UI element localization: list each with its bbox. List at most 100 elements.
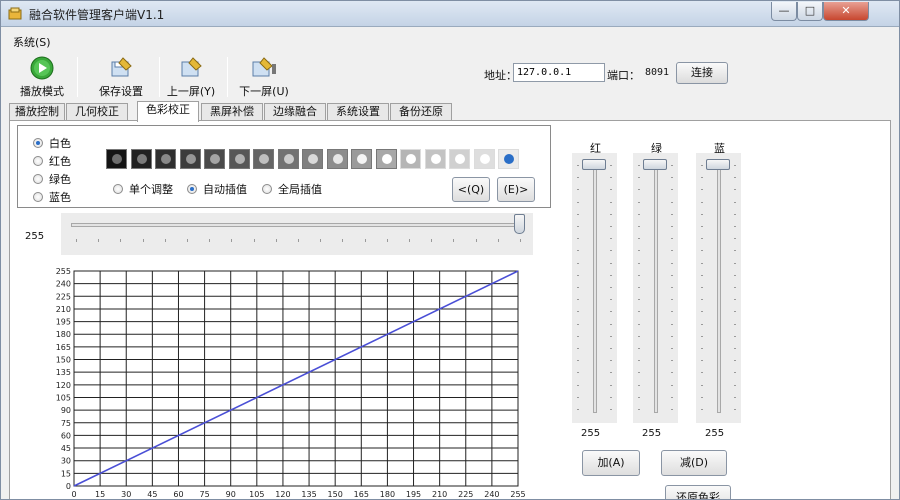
tab-geometry-correction[interactable]: 几何校正: [66, 103, 128, 121]
tab-backup-restore[interactable]: 备份还原: [390, 103, 452, 121]
tab-black-compensation[interactable]: 黑屏补偿: [201, 103, 263, 121]
channel-slider-tick: [701, 384, 703, 386]
channel-slider-tick: [734, 396, 736, 398]
gray-level-swatch[interactable]: [498, 149, 519, 169]
channel-slider-tick: [701, 226, 703, 227]
gray-level-swatch[interactable]: [351, 149, 372, 169]
radio-indicator: [262, 184, 272, 194]
level-slider-tick: [209, 239, 211, 242]
adjust-radio-single[interactable]: 单个调整: [113, 181, 173, 197]
gray-level-dot: [332, 154, 343, 164]
radio-indicator: [187, 184, 197, 194]
channel-slider-tick: [577, 396, 579, 398]
connect-button[interactable]: 连接: [676, 62, 728, 84]
tab-playback-control[interactable]: 播放控制: [9, 103, 65, 121]
color-radio-white[interactable]: 白色: [33, 135, 71, 151]
prev-level-button[interactable]: <(Q): [452, 177, 490, 202]
level-slider[interactable]: [61, 213, 533, 255]
port-value: 8091: [645, 67, 670, 78]
x-tick-label: 180: [380, 490, 395, 499]
adjust-radio-auto[interactable]: 自动插值: [187, 181, 247, 197]
address-input[interactable]: [513, 63, 605, 82]
channel-slider-tick: [577, 299, 579, 301]
gray-level-swatch[interactable]: [130, 149, 152, 169]
channel-slider-tick: [610, 250, 612, 252]
restore-color-button[interactable]: 还原色彩: [665, 485, 731, 499]
gray-level-dot: [259, 154, 269, 164]
channel-slider-green[interactable]: [633, 153, 678, 423]
gray-level-dot: [479, 154, 490, 164]
level-slider-tick: [164, 239, 166, 242]
gray-level-swatch[interactable]: [449, 149, 470, 169]
channel-slider-tick: [638, 250, 640, 252]
minimize-button[interactable]: —: [771, 2, 797, 21]
channel-slider-tick: [577, 372, 579, 374]
gray-level-swatch[interactable]: [400, 149, 421, 169]
gray-level-swatch[interactable]: [302, 149, 323, 169]
channel-slider-tick: [610, 226, 612, 227]
channel-slider-tick: [577, 323, 579, 325]
gray-level-dot: [430, 154, 441, 164]
level-slider-tick: [475, 239, 477, 242]
level-slider-thumb[interactable]: [514, 214, 525, 234]
channel-slider-track: [717, 161, 721, 413]
play-mode-button[interactable]: 播放模式: [15, 54, 69, 100]
channel-slider-thumb[interactable]: [706, 159, 730, 170]
gray-level-swatch[interactable]: [179, 149, 201, 169]
channel-slider-tick: [610, 409, 612, 410]
prev-screen-button[interactable]: 上一屏(Y): [161, 54, 221, 100]
channel-slider-tick: [701, 396, 703, 398]
gray-level-swatch[interactable]: [228, 149, 250, 169]
next-screen-label: 下一屏(U): [239, 85, 289, 98]
gray-level-swatch[interactable]: [375, 149, 397, 169]
color-radio-red[interactable]: 红色: [33, 153, 71, 169]
x-tick-label: 195: [406, 490, 421, 499]
prev-screen-icon: [181, 57, 202, 77]
adjust-radio-global[interactable]: 全局插值: [262, 181, 322, 197]
channel-slider-tick: [734, 238, 736, 240]
level-slider-tick: [187, 239, 188, 242]
add-button[interactable]: 加(A): [582, 450, 640, 476]
channel-slider-tick: [577, 250, 579, 252]
gray-level-swatch[interactable]: [204, 149, 225, 169]
channel-slider-tick: [671, 311, 673, 313]
menu-system[interactable]: 系统(S): [9, 35, 55, 50]
channel-slider-thumb[interactable]: [582, 159, 606, 170]
x-tick-label: 15: [95, 490, 105, 499]
gray-level-swatch[interactable]: [424, 149, 446, 169]
y-tick-label: 15: [61, 469, 71, 478]
channel-slider-thumb[interactable]: [643, 159, 667, 170]
color-radio-green[interactable]: 绿色: [33, 171, 71, 187]
channel-slider-track: [654, 161, 658, 413]
color-radio-blue[interactable]: 蓝色: [33, 189, 71, 205]
gray-level-swatch[interactable]: [106, 149, 127, 169]
channel-slider-tick: [610, 262, 612, 264]
title-bar: 融合软件管理客户端V1.1 — □ ✕: [1, 1, 899, 27]
channel-slider-tick: [638, 201, 640, 203]
maximize-button[interactable]: □: [797, 2, 823, 21]
gamma-curve-chart: 0 15 30 45 60 75 90 105 120 135 150 165 180 195 210 225…: [56, 267, 526, 499]
next-level-button[interactable]: (E)>: [497, 177, 535, 202]
window-title: 融合软件管理客户端V1.1: [29, 8, 165, 22]
gray-level-swatch[interactable]: [277, 149, 299, 169]
close-button[interactable]: ✕: [823, 2, 869, 21]
tab-color-correction[interactable]: 色彩校正: [137, 101, 199, 122]
subtract-button[interactable]: 减(D): [661, 450, 727, 476]
channel-slider-blue[interactable]: [696, 153, 741, 423]
gray-level-swatch[interactable]: [155, 149, 176, 169]
color-radio-label: 白色: [49, 137, 71, 150]
toolbar-separator: [77, 57, 78, 97]
channel-slider-tick: [734, 335, 736, 337]
tab-system-settings[interactable]: 系统设置: [327, 103, 389, 121]
channel-slider-red[interactable]: [572, 153, 617, 423]
channel-slider-tick: [610, 384, 612, 386]
tab-edge-blending[interactable]: 边缘融合: [264, 103, 326, 121]
next-screen-button[interactable]: 下一屏(U): [233, 54, 295, 100]
gray-level-swatch[interactable]: [326, 149, 348, 169]
y-tick-label: 135: [56, 368, 71, 377]
gray-level-swatch[interactable]: [253, 149, 274, 169]
save-settings-button[interactable]: 保存设置: [89, 54, 153, 100]
y-tick-label: 195: [56, 318, 71, 327]
play-icon: [30, 56, 54, 80]
gray-level-swatch[interactable]: [473, 149, 495, 169]
